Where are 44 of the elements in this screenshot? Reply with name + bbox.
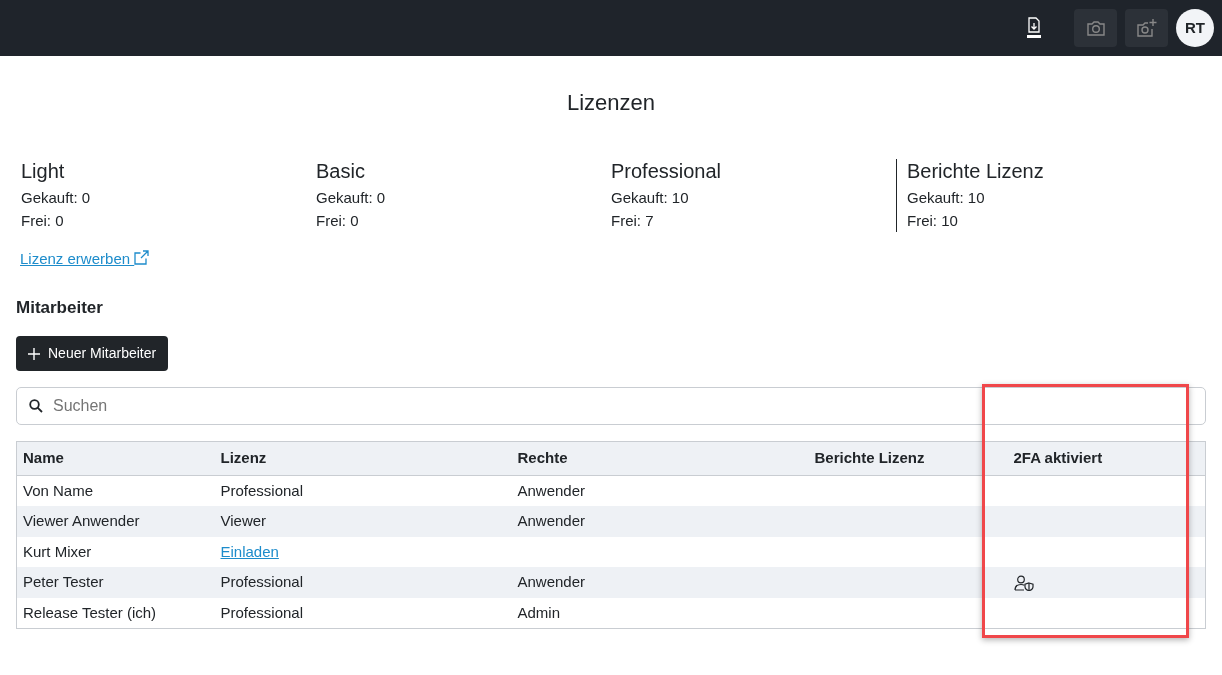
name-cell: Von Name: [16, 475, 215, 506]
buy-license-link[interactable]: Lizenz erwerben: [20, 250, 150, 267]
free-count: Frei: 0: [21, 210, 65, 231]
invite-link[interactable]: Einladen: [220, 542, 279, 560]
section-title: Mitarbeiter: [16, 296, 104, 319]
free-count: Frei: 10: [907, 210, 959, 231]
license-cell: Viewer: [214, 506, 512, 537]
license-cell: Professional: [214, 597, 512, 629]
add-camera-button[interactable]: [1125, 9, 1168, 47]
column-header: Rechte: [511, 441, 809, 475]
rights-cell: Anwender: [511, 506, 809, 537]
name-cell: Kurt Mixer: [16, 536, 215, 567]
column-header: 2FA aktiviert: [1007, 441, 1206, 475]
rights-cell: Anwender: [511, 475, 809, 506]
bought-count: Gekauft: 10: [611, 188, 690, 208]
license-name: Basic: [316, 159, 366, 183]
column-header: Name: [16, 441, 215, 475]
license-cell: Professional: [214, 475, 512, 506]
plus-icon: [28, 347, 40, 360]
add-camera-icon: [1135, 18, 1158, 38]
column-header: Lizenz: [214, 441, 512, 475]
bought-count: Gekauft: 10: [907, 188, 986, 208]
document-download-icon[interactable]: [1026, 17, 1042, 39]
rights-cell: Anwender: [511, 567, 809, 598]
bought-count: Gekauft: 0: [21, 188, 92, 208]
camera-icon: [1085, 19, 1106, 37]
rights-cell: Admin: [511, 597, 809, 629]
name-cell: Peter Tester: [16, 567, 215, 598]
free-count: Frei: 7: [611, 210, 655, 231]
license-name: Light: [21, 159, 66, 183]
bought-count: Gekauft: 0: [316, 188, 387, 208]
name-cell: Release Tester (ich): [16, 597, 215, 629]
free-count: Frei: 0: [316, 210, 360, 231]
page-title: Lizenzen: [565, 89, 657, 117]
user-avatar[interactable]: RT: [1176, 9, 1214, 47]
license-cell: Professional: [214, 567, 512, 598]
column-header: Berichte Lizenz: [808, 441, 1008, 475]
license-name: Berichte Lizenz: [907, 159, 1045, 183]
name-cell: Viewer Anwender: [16, 506, 215, 537]
new-employee-button[interactable]: Neuer Mitarbeiter: [16, 336, 169, 371]
external-link-icon: [134, 250, 150, 265]
search-field[interactable]: Suchen: [16, 387, 1206, 425]
camera-button[interactable]: [1074, 9, 1117, 47]
license-name: Professional: [611, 159, 723, 183]
